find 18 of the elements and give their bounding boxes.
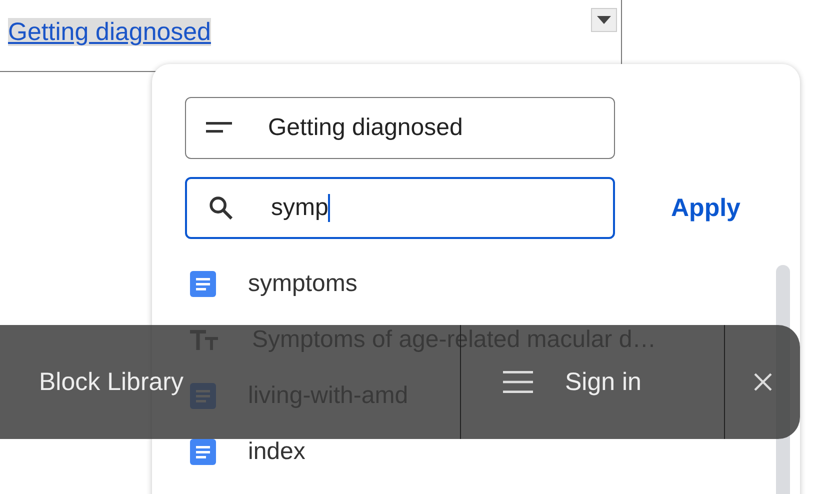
link-text[interactable]: Getting diagnosed — [8, 18, 211, 46]
search-icon — [207, 194, 235, 222]
search-field[interactable]: symp — [185, 177, 615, 239]
apply-button[interactable]: Apply — [667, 190, 744, 226]
toolbar-title: Block Library — [39, 368, 184, 396]
document-icon — [190, 271, 216, 297]
close-icon[interactable] — [753, 372, 773, 392]
short-text-icon — [206, 122, 232, 134]
dropdown-button[interactable] — [591, 8, 617, 32]
sign-in-button[interactable]: Sign in — [563, 366, 644, 398]
result-label: symptoms — [248, 270, 358, 298]
result-item[interactable]: symptoms — [190, 256, 358, 312]
caret-icon — [597, 16, 611, 24]
result-label: index — [248, 438, 306, 466]
result-item[interactable]: index — [190, 424, 306, 480]
menu-icon[interactable] — [503, 371, 533, 393]
link-text-field[interactable]: Getting diagnosed — [185, 97, 615, 159]
document-icon — [190, 439, 216, 465]
